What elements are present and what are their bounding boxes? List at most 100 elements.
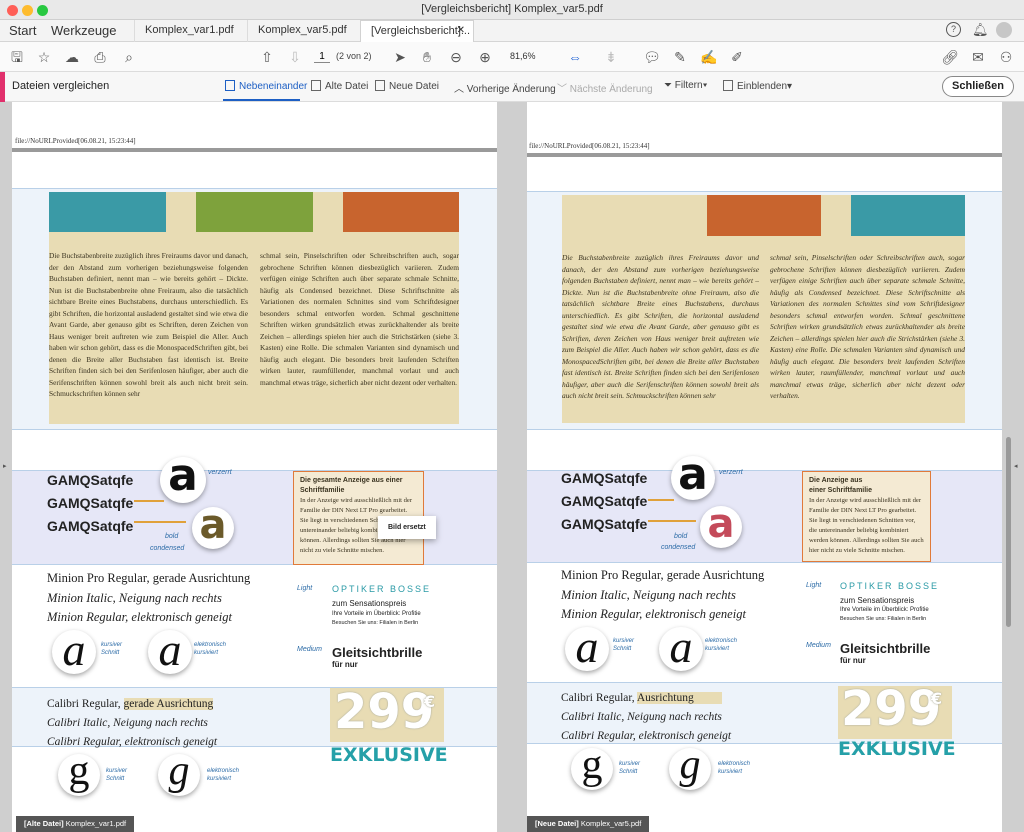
glyph-image-distorted: a	[160, 454, 206, 503]
page-up-icon[interactable]: ⇧	[258, 48, 276, 66]
window-title: [Vergleichsbericht] Komplex_var5.pdf	[421, 3, 603, 15]
next-change-button[interactable]: ﹀ Nächste Änderung	[557, 80, 653, 95]
label-medium: Medium	[806, 642, 831, 649]
minion-line-1: Minion Pro Regular, gerade Ausrichtung	[561, 568, 765, 582]
mail-icon[interactable]: ✉	[969, 48, 987, 66]
note-line: kursiviert	[207, 776, 232, 782]
save-icon[interactable]: 🖫	[8, 48, 26, 66]
tab-close-icon[interactable]: ✕	[457, 25, 465, 36]
calibri-highlight: gerade Ausrichtung	[123, 698, 214, 710]
document-viewer[interactable]: ▸ ◂ file://NoURLProvided[06.08.21, 15:23…	[0, 102, 1024, 832]
tab-doc-var5[interactable]: Komplex_var5.pdf	[247, 20, 360, 42]
chevron-down-icon: ﹀	[557, 84, 570, 95]
glyph-a: a	[158, 624, 182, 675]
ad-sub-3: Besuchen Sie uns: Filialen in Berlin	[840, 616, 927, 622]
select-cursor-icon[interactable]: ➤	[391, 48, 409, 66]
tab-start[interactable]: Start	[9, 23, 36, 38]
color-block-2	[707, 195, 821, 236]
font-sample-3: GAMQSatqfe	[561, 516, 648, 532]
chevron-up-icon: ︿	[454, 84, 467, 95]
calibri-prefix: Calibri Regular,	[47, 698, 124, 710]
page-header-url: file://NoURLProvided[06.08.21, 15:23:44]	[529, 142, 650, 150]
zoom-search-icon[interactable]: ⌕	[120, 48, 138, 66]
upload-cloud-icon[interactable]: ☁	[63, 48, 81, 66]
bell-icon[interactable]: 🔔︎	[972, 22, 989, 38]
label-bold: bold	[674, 533, 688, 540]
sign-icon[interactable]: ✍	[700, 48, 718, 66]
zoom-in-icon[interactable]: ⊕	[476, 48, 494, 66]
page-down-icon[interactable]: ⇩	[286, 48, 304, 66]
scroll-mode-icon[interactable]: ⇟	[602, 48, 620, 66]
avatar[interactable]	[996, 22, 1012, 38]
comment-icon[interactable]: 💬︎	[643, 48, 661, 66]
calibri-prefix: Calibri Regular,	[561, 692, 637, 704]
text-column-2: schmal sein, Pinselschriften oder Schrei…	[260, 251, 459, 387]
note-kursiver-schnitt: kursiver Schnitt	[106, 767, 127, 783]
tab-bar: Start Werkzeuge Komplex_var1.pdf Komplex…	[0, 20, 1024, 42]
help-icon[interactable]: ?	[946, 22, 961, 37]
font-sample-2: GAMQSatqfe	[561, 493, 648, 509]
compare-toolbar: Dateien vergleichen Nebeneinander Alte D…	[0, 72, 1024, 102]
new-file-footer: [Neue Datei] Komplex_var5.pdf	[527, 816, 650, 832]
link-icon[interactable]: 🔗︎	[941, 48, 959, 66]
star-icon[interactable]: ☆	[35, 48, 53, 66]
old-file-footer: [Alte Datei] Komplex_var1.pdf	[16, 816, 135, 832]
info-box-title: Die gesamte Anzeige aus einer Schriftfam…	[300, 477, 403, 494]
caret-down-icon: ▾	[787, 81, 793, 92]
glyph-image-italic-a: a	[52, 624, 96, 675]
glyph-a: a	[62, 624, 86, 675]
arrow-1	[648, 499, 674, 501]
glyph-a: a	[669, 621, 693, 672]
show-icon	[723, 80, 733, 91]
tab-compare-report[interactable]: [Vergleichsbericht]... ✕	[360, 20, 474, 42]
glyph-image-slanted-a: a	[148, 624, 192, 675]
note-line: kursiviert	[194, 650, 219, 656]
print-icon[interactable]: ⎙	[91, 48, 109, 66]
close-compare-button[interactable]: Schließen	[942, 76, 1014, 97]
glyph-image-g: g	[58, 750, 100, 796]
glyph-image-distorted: a	[671, 453, 715, 500]
next-change-label: Nächste Änderung	[569, 84, 653, 95]
vertical-scrollbar[interactable]	[1006, 437, 1011, 627]
footer-tag: [Neue Datei]	[535, 819, 579, 828]
calibri-highlight: Ausrichtung	[636, 692, 722, 704]
side-by-side-label: Nebeneinander	[239, 81, 308, 92]
ad-exklusive: EXKLUSIVE	[838, 738, 956, 760]
tab-tools[interactable]: Werkzeuge	[51, 23, 117, 38]
new-file-icon	[375, 80, 385, 91]
hand-tool-icon[interactable]: ✋︎	[418, 48, 436, 66]
page-header-url: file://NoURLProvided[06.08.21, 15:23:44]	[15, 137, 136, 145]
note-kursiver-schnitt: kursiver Schnitt	[619, 760, 640, 776]
page-number-input[interactable]: 1	[314, 51, 330, 63]
note-line: kursiver	[619, 761, 641, 767]
note-elektronisch-kursiviert: elektronisch kursiviert	[705, 637, 737, 653]
label-condensed: condensed	[150, 545, 185, 552]
side-by-side-button[interactable]: Nebeneinander	[225, 80, 307, 92]
font-sample-1: GAMQSatqfe	[561, 470, 648, 486]
compare-title: Dateien vergleichen	[12, 80, 110, 92]
main-toolbar: 🖫 ☆ ☁ ⎙ ⌕ ⇧ ⇩ 1 (2 von 2) ➤ ✋︎ ⊖ ⊕ 81,6%…	[0, 42, 1024, 72]
filter-button[interactable]: ⏷ Filtern▾	[664, 80, 707, 91]
highlight-pen-icon[interactable]: ✎	[671, 48, 689, 66]
tab-doc-var1[interactable]: Komplex_var1.pdf	[134, 20, 247, 42]
show-button[interactable]: Einblenden▾	[723, 80, 792, 92]
ad-sub-2: Ihre Vorteile im Überblick: Profitie	[840, 607, 929, 613]
right-panel-toggle-icon[interactable]: ◂	[1014, 462, 1018, 470]
previous-change-button[interactable]: ︿ Vorherige Änderung	[454, 80, 556, 95]
label-light: Light	[806, 582, 822, 589]
edit-pdf-icon[interactable]: ✐	[728, 48, 746, 66]
ad-for-only: für nur	[332, 660, 358, 669]
price-currency: €	[424, 692, 436, 711]
new-file-button[interactable]: Neue Datei	[375, 80, 439, 92]
note-elektronisch-kursiviert: elektronisch kursiviert	[718, 760, 750, 776]
fit-page-icon[interactable]: ⇔	[566, 48, 584, 66]
color-block-2	[196, 192, 313, 232]
footer-tag: [Alte Datei]	[24, 819, 64, 828]
left-panel-toggle-icon[interactable]: ▸	[3, 462, 7, 470]
old-file-button[interactable]: Alte Datei	[311, 80, 368, 92]
side-by-side-icon	[225, 80, 235, 91]
zoom-level[interactable]: 81,6%	[510, 51, 536, 61]
share-people-icon[interactable]: ⚇	[997, 48, 1015, 66]
minion-line-2: Minion Italic, Neigung nach rechts	[561, 588, 736, 602]
zoom-out-icon[interactable]: ⊖	[447, 48, 465, 66]
